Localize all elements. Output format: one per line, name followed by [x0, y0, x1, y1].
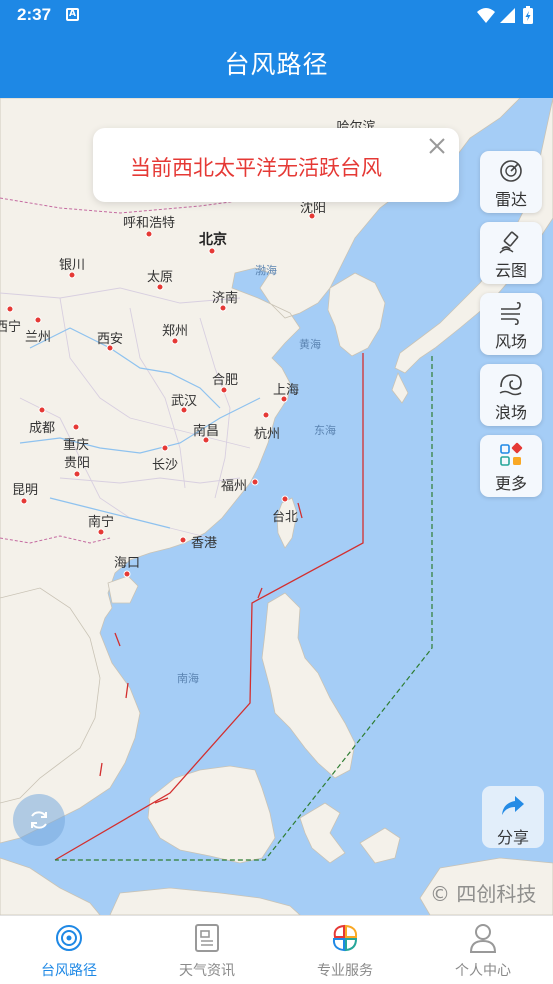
wave-icon	[499, 374, 522, 396]
tab-label: 台风路径	[41, 963, 97, 979]
city-dot	[220, 386, 228, 394]
tab-label: 个人中心	[455, 963, 511, 979]
city-dot	[97, 528, 105, 536]
city-dot	[281, 495, 289, 503]
share-button[interactable]: 分享	[482, 786, 544, 848]
city-label: 西宁	[0, 320, 22, 335]
wind-button[interactable]: 风场	[480, 293, 542, 355]
sea-label: 东海	[314, 424, 336, 437]
tab-label: 专业服务	[317, 963, 373, 979]
city-dot	[179, 536, 187, 544]
city-dot	[180, 406, 188, 414]
service-icon	[332, 924, 358, 952]
share-label: 分享	[496, 828, 529, 847]
tab-typhoon-path[interactable]: 台风路径	[0, 916, 138, 984]
city-dot	[308, 212, 316, 220]
status-icons	[477, 6, 533, 24]
city-dot	[251, 478, 259, 486]
landmass-borneo	[147, 765, 276, 864]
sea-label: 南海	[177, 672, 199, 685]
city-label: 昆明	[11, 483, 39, 498]
city-label: 银川	[58, 258, 86, 273]
wind-label: 风场	[494, 332, 527, 351]
notification-icon: A	[66, 8, 79, 21]
city-label: 海口	[113, 556, 141, 571]
city-dot	[20, 497, 28, 505]
refresh-icon	[31, 811, 47, 829]
satellite-icon	[499, 231, 519, 254]
city-label: 郑州	[161, 324, 189, 339]
city-dot	[34, 316, 42, 324]
city-dot	[68, 271, 76, 279]
signal-icon	[500, 8, 515, 23]
tab-personal-center[interactable]: 个人中心	[414, 916, 552, 984]
city-dot	[72, 423, 80, 431]
person-icon	[469, 924, 497, 953]
wifi-icon	[477, 8, 495, 23]
city-label: 北京	[199, 232, 227, 248]
city-dot	[156, 283, 164, 291]
tab-pro-service[interactable]: 专业服务	[276, 916, 414, 984]
city-label: 成都	[28, 421, 56, 436]
city-dot	[171, 337, 179, 345]
city-dot	[73, 470, 81, 478]
status-time: 2:37	[17, 5, 52, 24]
city-label: 杭州	[253, 427, 281, 442]
city-dot	[208, 247, 216, 255]
city-label: 香港	[190, 536, 218, 551]
sea-label: 渤海	[255, 264, 277, 277]
city-dot	[38, 406, 46, 414]
city-label: 太原	[146, 270, 174, 285]
city-label: 福州	[220, 479, 248, 494]
no-typhoon-alert: 当前西北太平洋无活跃台风	[93, 128, 459, 202]
bottom-tab-bar: 台风路径 天气资讯 专业服务 个人中心	[0, 915, 553, 984]
wave-button[interactable]: 浪场	[480, 364, 542, 426]
city-dot	[280, 395, 288, 403]
close-icon[interactable]	[425, 134, 449, 158]
city-label: 合肥	[211, 373, 239, 388]
city-label: 贵阳	[63, 456, 91, 471]
sea-label: 黄海	[299, 338, 321, 351]
more-label: 更多	[494, 474, 527, 493]
city-dot	[145, 230, 153, 238]
tab-weather-news[interactable]: 天气资讯	[138, 916, 276, 984]
wind-icon	[501, 301, 521, 326]
refresh-button[interactable]	[13, 794, 65, 846]
city-dot	[219, 304, 227, 312]
city-label: 长沙	[151, 458, 179, 473]
status-bar: 2:37 A	[0, 0, 553, 32]
landmass-korea	[327, 272, 386, 357]
radar-button[interactable]: 雷达	[480, 151, 542, 213]
city-label: 重庆	[62, 438, 90, 453]
typhoon-map[interactable]: 哈尔滨 沈阳 呼和浩特 北京 银川 太原 济南 西宁 兰州 西安 郑州 合肥 上…	[0, 98, 553, 915]
city-label: 兰州	[24, 330, 52, 345]
city-label: 呼和浩特	[122, 216, 176, 231]
city-label: 南宁	[87, 515, 115, 530]
city-label: 济南	[211, 291, 239, 306]
typhoon-icon	[56, 925, 82, 951]
news-icon	[195, 924, 219, 952]
alert-message: 当前西北太平洋无活跃台风	[130, 156, 382, 180]
city-dot	[202, 436, 210, 444]
satellite-label: 云图	[494, 261, 527, 280]
city-dot	[262, 411, 270, 419]
wave-label: 浪场	[494, 403, 527, 422]
landmass-philippines	[261, 592, 356, 779]
city-dot	[6, 305, 14, 313]
tab-label: 天气资讯	[179, 963, 235, 979]
city-dot	[161, 444, 169, 452]
radar-icon	[500, 160, 522, 182]
share-icon	[502, 796, 524, 815]
more-button[interactable]: 更多	[480, 435, 542, 497]
page-title: 台风路径	[0, 32, 553, 98]
city-label: 台北	[271, 510, 299, 525]
more-grid-icon	[500, 442, 523, 466]
satellite-button[interactable]: 云图	[480, 222, 542, 284]
city-dot	[106, 344, 114, 352]
radar-label: 雷达	[494, 190, 527, 209]
city-dot	[123, 570, 131, 578]
watermark: © 四创科技	[430, 882, 537, 906]
